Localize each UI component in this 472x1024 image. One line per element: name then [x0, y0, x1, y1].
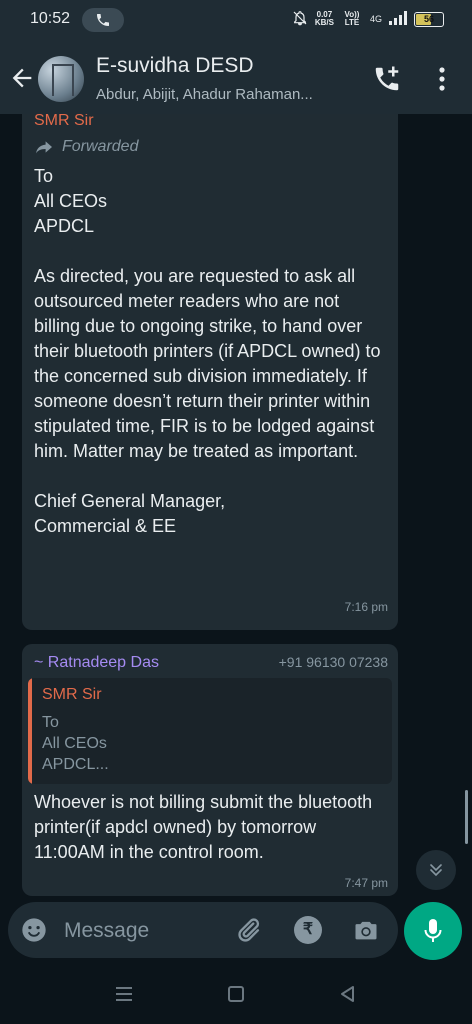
more-options-button[interactable]: [430, 64, 454, 94]
signal-icon: [389, 11, 407, 27]
camera-button[interactable]: [352, 916, 380, 949]
attach-button[interactable]: [234, 916, 262, 949]
group-avatar[interactable]: [38, 56, 84, 102]
recents-button[interactable]: [114, 984, 134, 1009]
square-icon: [228, 986, 244, 1002]
net-speed: 0.07 KB/S: [314, 10, 334, 27]
payment-button[interactable]: ₹: [294, 916, 322, 944]
scrollbar-thumb[interactable]: [465, 790, 468, 844]
status-bar: 10:52 0.07 KB/S Vo)) LTE 4G 56: [0, 0, 472, 42]
message-bubble[interactable]: ~ Ratnadeep Das +91 96130 07238 SMR Sir …: [22, 644, 398, 896]
scroll-to-bottom-button[interactable]: [416, 850, 456, 890]
back-arrow-icon: [12, 68, 32, 88]
quote-text: To All CEOs APDCL...: [42, 714, 109, 773]
camera-icon: [355, 921, 377, 940]
menu-lines-icon: [116, 987, 132, 1001]
message-time: 7:16 pm: [344, 600, 388, 614]
back-button[interactable]: [8, 64, 36, 92]
quoted-message[interactable]: SMR Sir To All CEOs APDCL...: [28, 678, 392, 784]
message-text: To All CEOs APDCL As directed, you are r…: [34, 166, 381, 536]
triangle-back-icon: [341, 986, 354, 1002]
chat-title[interactable]: E-suvidha DESD: [96, 54, 254, 78]
system-nav-bar: [0, 966, 472, 1024]
ongoing-call-pill[interactable]: [82, 8, 124, 32]
add-call-icon: [375, 66, 399, 91]
forwarded-label: Forwarded: [34, 138, 138, 156]
status-time: 10:52: [30, 10, 71, 27]
message-composer: ₹: [8, 902, 398, 958]
emoji-button[interactable]: [20, 916, 48, 949]
more-vert-icon: [439, 67, 445, 91]
message-sender[interactable]: ~ Ratnadeep Das: [34, 654, 159, 672]
battery-level: 56: [423, 13, 434, 24]
chat-area[interactable]: SMR Sir Forwarded To All CEOs APDCL As d…: [0, 114, 472, 900]
emoji-icon: [22, 918, 46, 942]
group-members[interactable]: Abdur, Abijit, Ahadur Rahaman...: [96, 86, 366, 103]
forward-arrow-icon: [36, 141, 52, 154]
message-time: 7:47 pm: [344, 876, 388, 890]
voice-message-button[interactable]: [404, 902, 462, 960]
status-indicators: 0.07 KB/S Vo)) LTE 4G 56: [292, 10, 444, 28]
paperclip-icon: [238, 918, 260, 942]
add-call-button[interactable]: [372, 64, 402, 99]
quote-bar: [28, 678, 32, 784]
message-sender[interactable]: SMR Sir: [34, 114, 94, 130]
message-input[interactable]: [62, 912, 236, 950]
message-bubble[interactable]: SMR Sir Forwarded To All CEOs APDCL As d…: [22, 114, 398, 630]
battery-indicator: 56: [414, 11, 444, 27]
network-type: 4G: [369, 14, 382, 24]
system-back-button[interactable]: [338, 984, 358, 1009]
message-text: Whoever is not billing submit the blueto…: [34, 792, 378, 862]
mic-icon: [424, 919, 442, 942]
home-button[interactable]: [226, 984, 246, 1009]
chevrons-down-icon: [430, 864, 442, 877]
sender-phone[interactable]: +91 96130 07238: [279, 654, 388, 670]
volte-indicator: Vo)) LTE: [344, 10, 360, 27]
chat-header: E-suvidha DESD Abdur, Abijit, Ahadur Rah…: [0, 42, 472, 114]
phone-icon: [97, 14, 109, 26]
rupee-icon: ₹: [302, 921, 314, 938]
quote-sender: SMR Sir: [42, 686, 102, 703]
silent-icon: [292, 10, 308, 28]
